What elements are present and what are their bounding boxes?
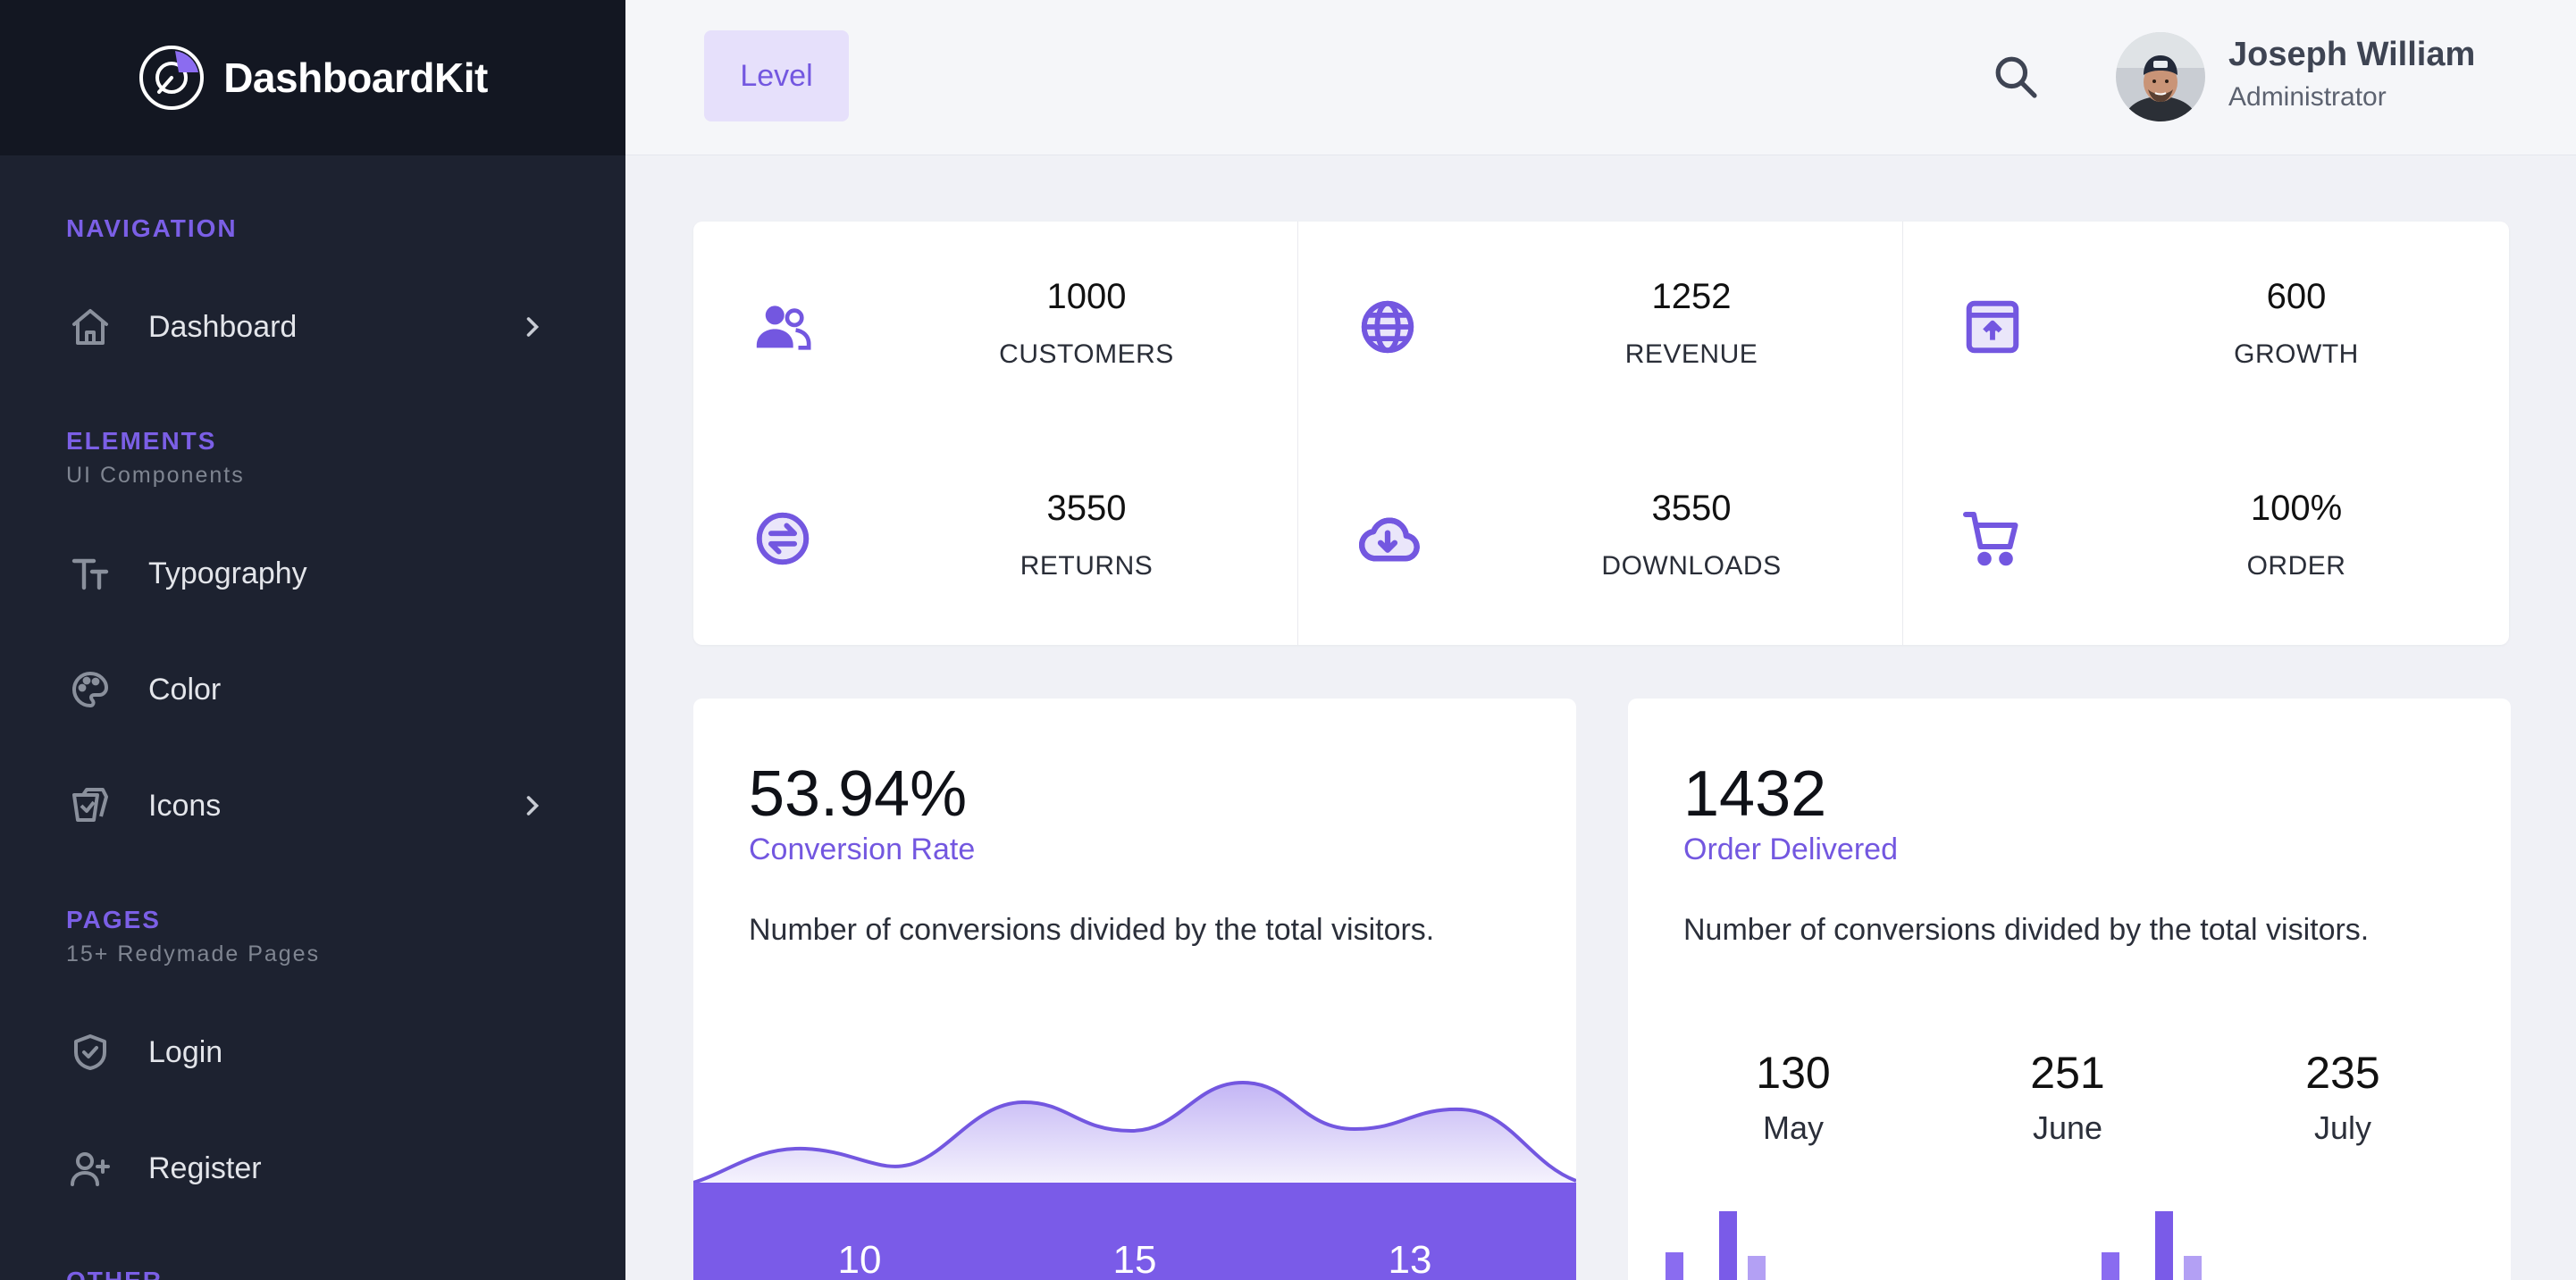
stat-value: 1252 [1651,277,1732,316]
stat-revenue: 1252 REVENUE [1298,222,1903,433]
chevron-right-icon [526,317,540,337]
month-value: 251 [2030,1048,2105,1098]
stat-downloads: 3550 DOWNLOADS [1298,433,1903,645]
sidebar-item-typography[interactable]: Typography [66,538,566,609]
nav-caption-other: OTHER [66,1267,163,1280]
nav-caption-navigation: NAVIGATION [66,214,238,242]
top-header: Level Joseph William Administrator [625,0,2576,155]
sidebar-item-label: Dashboard [148,309,298,344]
footer-value: 10 [837,1238,882,1280]
cloud-download-icon [1352,503,1423,574]
sidebar-item-register[interactable]: Register [66,1133,566,1204]
cart-icon [1957,503,2028,574]
stat-value: 1000 [1046,277,1127,316]
bar [2102,1252,2119,1280]
order-bar-chart [1666,1211,2202,1280]
stat-value: 100% [2250,489,2343,528]
stat-value: 600 [2266,277,2327,316]
sidebar-item-label: Color [148,672,222,707]
exchange-icon [747,503,818,574]
brand-logo-icon [139,46,205,110]
sidebar-item-label: Typography [148,556,307,590]
stat-customers: 1000 CUSTOMERS [693,222,1298,433]
stat-label: CUSTOMERS [999,339,1174,369]
sidebar-item-label: Login [148,1034,223,1069]
nav-sub-elements: UI Components [66,463,245,488]
brand-name: DashboardKit [223,54,488,101]
avatar[interactable] [2116,32,2205,121]
month-value: 130 [1756,1048,1831,1098]
stats-card: 1000 CUSTOMERS 1252 REVENUE 600 GROWTH 3… [693,222,2509,645]
shield-check-icon [66,1028,114,1076]
stat-order: 100% ORDER [1903,433,2508,645]
stat-label: GROWTH [2234,339,2359,369]
brand[interactable]: DashboardKit [0,0,625,155]
nav-caption-elements: ELEMENTS [66,427,217,455]
conversion-value: 53.94% [749,758,968,830]
month-label: June [2032,1109,2103,1146]
text-size-icon [66,549,114,598]
stat-value: 3550 [1046,489,1127,528]
sidebar-item-icons[interactable]: Icons [66,770,566,841]
archive-upload-icon [1957,291,2028,363]
month-label: May [1762,1109,1824,1146]
sidebar-item-label: Register [148,1150,262,1185]
users-icon [747,291,818,363]
sidebar-item-dashboard[interactable]: Dashboard [66,291,566,363]
bar [1719,1211,1737,1280]
search-icon[interactable] [1991,52,2041,102]
month-label: July [2313,1109,2372,1146]
user-plus-icon [66,1144,114,1192]
nav-caption-pages: PAGES [66,906,161,933]
conversion-label: Conversion Rate [749,832,976,866]
sidebar-item-label: Icons [148,788,222,823]
stat-value: 3550 [1651,489,1732,528]
sidebar-item-color[interactable]: Color [66,654,566,725]
stat-label: RETURNS [1019,551,1154,581]
stat-growth: 600 GROWTH [1903,222,2508,433]
stat-label: DOWNLOADS [1601,551,1782,581]
home-icon [66,303,114,351]
order-label: Order Delivered [1683,832,1898,866]
order-card: 1432 Order Delivered Number of conversio… [1628,699,2511,1280]
month-value: 235 [2305,1048,2380,1098]
bar [2184,1256,2202,1280]
sidebar-item-login[interactable]: Login [66,1016,566,1088]
level-button[interactable]: Level [704,30,849,121]
bar [1748,1256,1766,1280]
stat-returns: 3550 RETURNS [693,433,1298,645]
stat-label: REVENUE [1624,339,1758,369]
chevron-right-icon [526,796,540,816]
globe-icon [1352,291,1423,363]
stat-label: ORDER [2246,551,2346,581]
palette-icon [66,665,114,714]
bar [2155,1211,2173,1280]
footer-value: 13 [1388,1238,1432,1280]
conversion-wave-chart [693,1080,1576,1190]
order-description: Number of conversions divided by the tot… [1683,913,2370,947]
order-value: 1432 [1683,758,1827,830]
bar [1666,1252,1683,1280]
conversion-description: Number of conversions divided by the tot… [749,913,1435,947]
icons-icon [66,782,114,830]
avatar-image [2116,32,2205,121]
user-role: Administrator [2228,82,2387,112]
sidebar: DashboardKit NAVIGATION Dashboard ELEMEN… [0,0,625,1280]
conversion-card: 53.94% Conversion Rate Number of convers… [693,699,1576,1280]
nav-sub-pages: 15+ Redymade Pages [66,941,321,966]
footer-value: 15 [1112,1238,1157,1280]
user-name: Joseph William [2228,36,2476,73]
